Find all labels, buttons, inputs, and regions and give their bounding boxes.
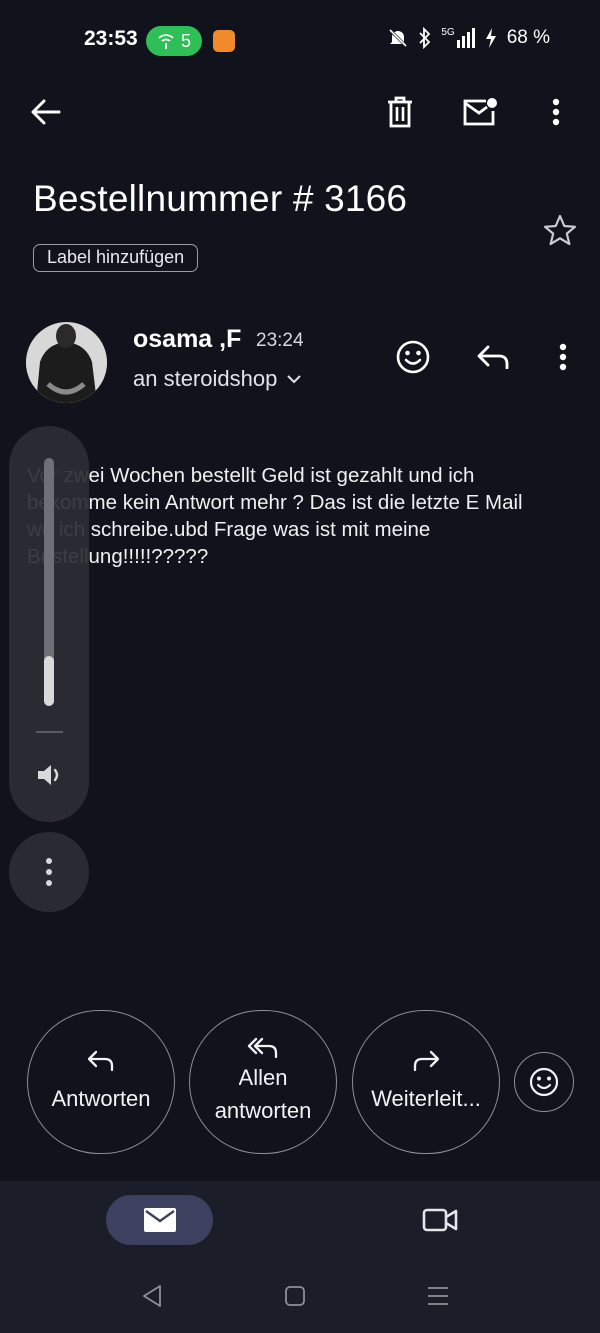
reply-all-action-label-1: Allen	[238, 1065, 288, 1090]
react-emoji-button[interactable]	[514, 1052, 574, 1112]
sent-time: 23:24	[256, 330, 304, 351]
signal-icon: 5G	[441, 28, 475, 48]
mail-unread-icon	[463, 98, 497, 126]
hotspot-indicator: 5	[146, 26, 202, 56]
sender-name: osama ,F	[133, 325, 242, 353]
reply-all-action-button[interactable]: Allen antworten	[189, 1010, 337, 1154]
mail-icon	[143, 1208, 176, 1232]
trash-icon	[388, 96, 412, 128]
delete-button[interactable]	[380, 92, 420, 132]
system-back-button[interactable]	[132, 1280, 172, 1312]
mute-icon	[389, 28, 408, 48]
reply-action-label: Antworten	[51, 1085, 151, 1111]
reply-action-button[interactable]: Antworten	[27, 1010, 175, 1154]
emoji-icon	[396, 340, 430, 374]
speaker-icon	[38, 765, 59, 785]
back-button[interactable]	[26, 92, 66, 132]
more-vert-icon	[559, 343, 567, 371]
add-label-chip[interactable]: Label hinzufügen	[33, 244, 199, 272]
bluetooth-icon	[419, 27, 431, 49]
star-icon	[543, 214, 577, 246]
reply-button[interactable]	[473, 337, 513, 377]
volume-mode-button[interactable]	[33, 758, 65, 792]
volume-slider-fill[interactable]	[44, 656, 54, 706]
hotspot-count: 5	[180, 30, 191, 51]
sender-avatar[interactable]	[26, 322, 107, 403]
forward-icon	[413, 1050, 440, 1071]
reply-icon	[477, 345, 509, 369]
reply-icon	[87, 1050, 114, 1071]
reply-all-action-label-2: antworten	[214, 1098, 312, 1123]
recipient-label: an steroidshop	[133, 366, 278, 391]
email-subject: Bestellnummer # 3166	[33, 178, 408, 219]
status-icons: 5G 68 %	[387, 27, 550, 49]
avatar-photo	[26, 322, 107, 403]
triangle-back-icon	[143, 1285, 161, 1307]
reply-all-icon	[247, 1037, 278, 1059]
nav-mail-tab[interactable]	[106, 1195, 213, 1245]
system-home-button[interactable]	[275, 1280, 315, 1312]
battery-percent: 68 %	[506, 27, 550, 48]
square-home-icon	[285, 1286, 305, 1306]
menu-recents-icon	[428, 1287, 448, 1305]
arrow-left-icon	[31, 99, 61, 125]
video-camera-icon	[422, 1208, 458, 1232]
add-reaction-button[interactable]	[393, 337, 433, 377]
volume-more-button[interactable]	[9, 832, 89, 912]
email-body: Vor zwei Wochen bestellt Geld ist gezahl…	[27, 464, 523, 568]
volume-divider	[36, 731, 63, 733]
status-time: 23:53	[84, 27, 138, 50]
nav-meet-tab[interactable]	[420, 1200, 460, 1240]
message-more-button[interactable]	[543, 337, 583, 377]
hotspot-icon	[158, 34, 174, 49]
chevron-down-icon	[287, 374, 302, 383]
star-button[interactable]	[540, 210, 580, 250]
more-vert-icon	[552, 98, 560, 126]
more-vert-icon	[46, 858, 52, 886]
more-options-button[interactable]	[536, 92, 576, 132]
mark-unread-button[interactable]	[460, 92, 500, 132]
forward-action-button[interactable]: Weiterleit...	[352, 1010, 500, 1154]
recipient-details-toggle[interactable]: an steroidshop	[133, 366, 302, 392]
app-notification-icon	[213, 30, 235, 52]
emoji-icon	[529, 1067, 559, 1097]
forward-action-label: Weiterleit...	[371, 1085, 481, 1111]
charging-icon	[485, 28, 496, 48]
system-recents-button[interactable]	[418, 1280, 458, 1312]
